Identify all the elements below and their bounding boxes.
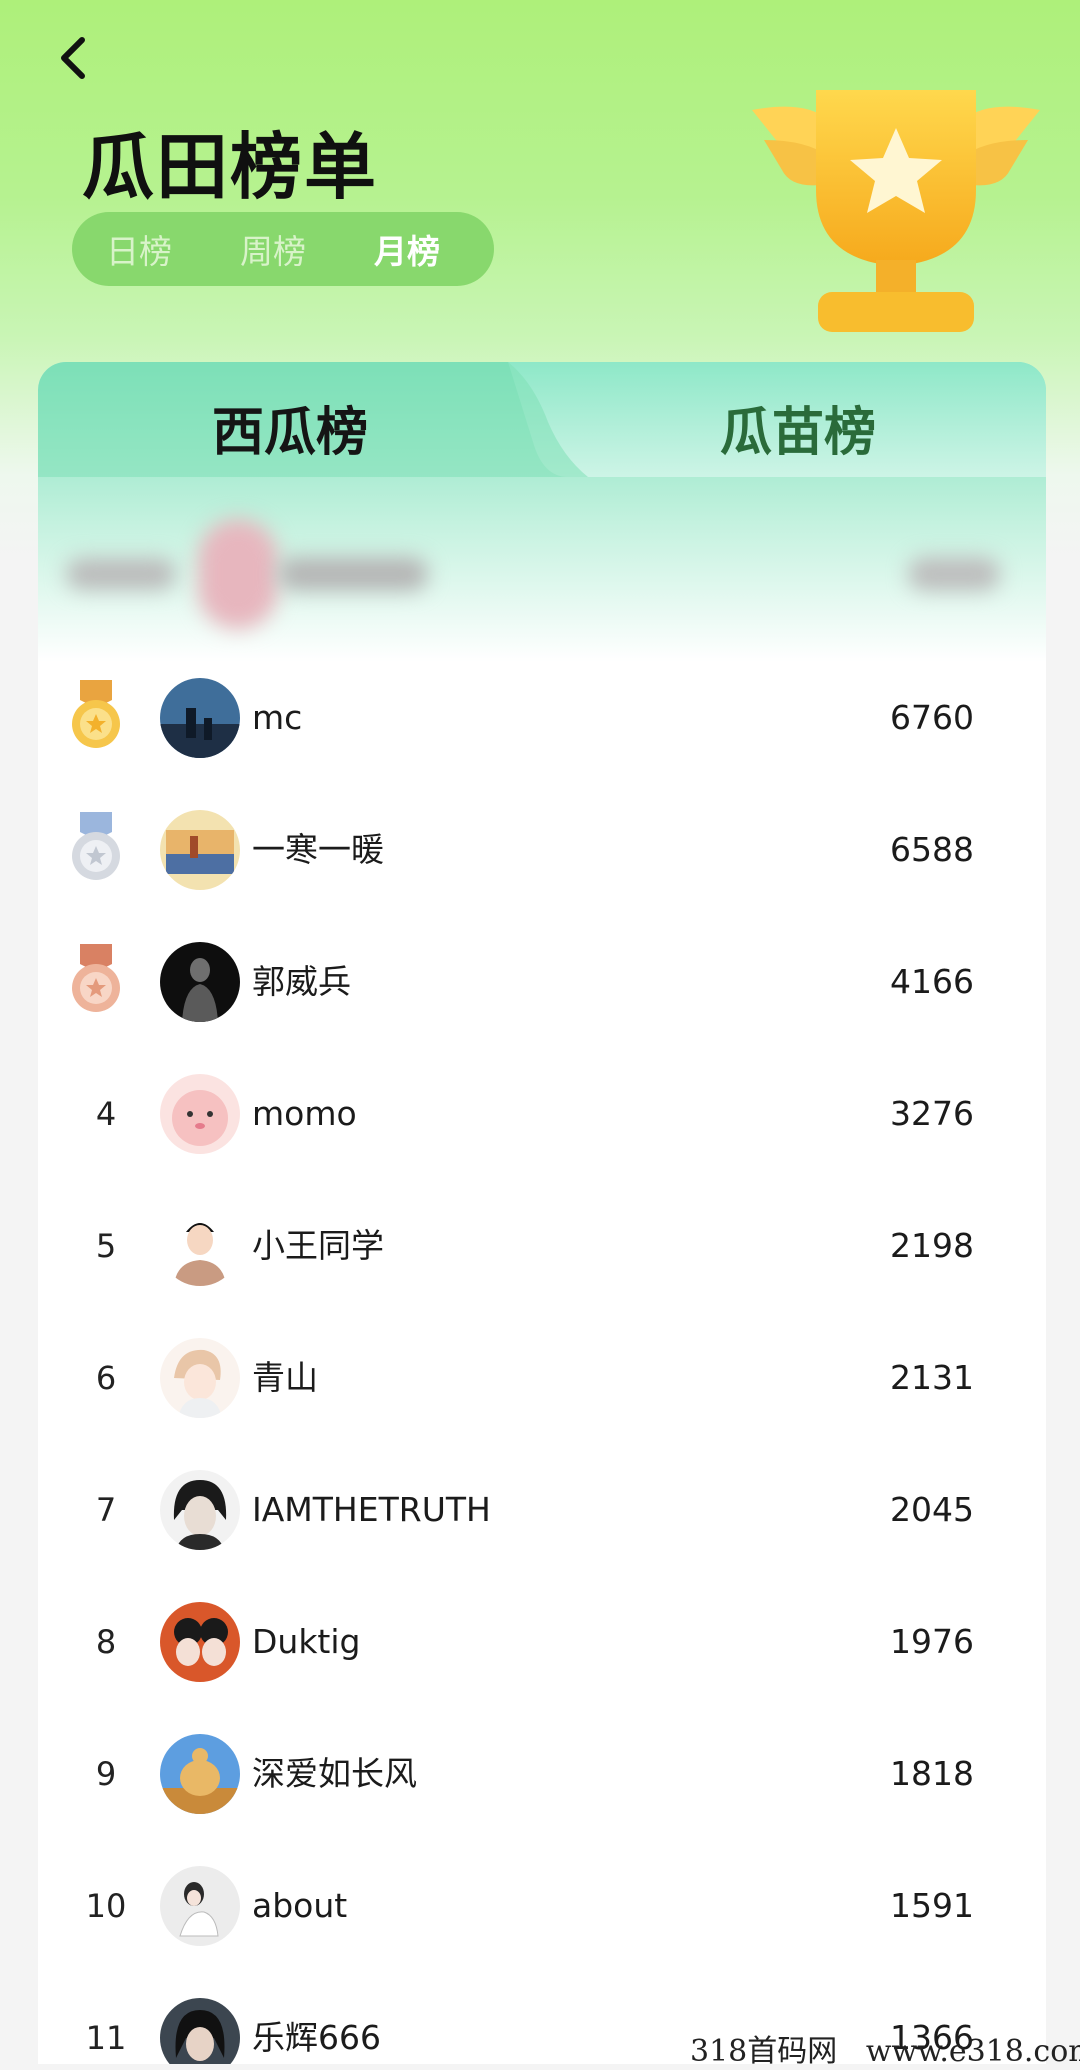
rank-number: 4 (95, 1095, 117, 1133)
user-name: momo (252, 1094, 357, 1133)
user-name: 乐辉666 (252, 2018, 381, 2057)
avatar (160, 1074, 240, 1154)
rank-number: 9 (95, 1755, 117, 1793)
table-row[interactable]: 6 青山 2131 (38, 1312, 1046, 1444)
user-name: about (252, 1886, 348, 1925)
avatar (160, 810, 240, 890)
table-row[interactable]: 7 IAMTHETRUTH 2045 (38, 1444, 1046, 1576)
avatar (160, 1206, 240, 1286)
table-row[interactable]: 4 momo 3276 (38, 1048, 1046, 1180)
rank-number: 10 (85, 1887, 127, 1925)
avatar (160, 942, 240, 1022)
user-name: Duktig (252, 1622, 361, 1661)
table-row[interactable]: 10 about 1591 (38, 1840, 1046, 1972)
rank-number: 8 (95, 1623, 117, 1661)
table-row[interactable]: 郭威兵 4166 (38, 916, 1046, 1048)
score: 1976 (890, 1622, 974, 1661)
avatar (198, 519, 278, 629)
silver-medal-icon (72, 812, 120, 880)
period-tabs: 日榜 周榜 月榜 (72, 212, 494, 286)
avatar (160, 1734, 240, 1814)
score: 6588 (890, 830, 974, 869)
avatar (160, 1338, 240, 1418)
user-name: 一寒一暖 (252, 830, 384, 869)
table-row[interactable]: 9 深爱如长风 1818 (38, 1708, 1046, 1840)
table-row[interactable]: 5 小王同学 2198 (38, 1180, 1046, 1312)
score: 1591 (890, 1886, 974, 1925)
my-name (278, 557, 428, 591)
score: 3276 (890, 1094, 974, 1133)
watermark: 318首码网 www.e318.com (690, 2034, 1080, 2069)
avatar (160, 678, 240, 758)
score: 2045 (890, 1490, 974, 1529)
user-name: IAMTHETRUTH (252, 1490, 491, 1529)
user-name: 郭威兵 (252, 962, 351, 1001)
avatar (160, 1866, 240, 1946)
rank-number: 5 (95, 1227, 117, 1265)
user-name: 小王同学 (252, 1226, 384, 1265)
page-title: 瓜田榜单 (82, 125, 379, 209)
tab-guamiao[interactable]: 瓜苗榜 (720, 390, 876, 465)
table-row[interactable]: mc 6760 (38, 652, 1046, 784)
my-ranking-row (38, 504, 1046, 644)
score: 2131 (890, 1358, 974, 1397)
score: 4166 (890, 962, 974, 1001)
user-name: 深爱如长风 (252, 1754, 417, 1793)
my-score (908, 557, 1000, 591)
table-row[interactable]: 8 Duktig 1976 (38, 1576, 1046, 1708)
score: 6760 (890, 698, 974, 737)
back-arrow-icon[interactable] (44, 28, 104, 88)
tab-monthly[interactable]: 月榜 (340, 225, 474, 273)
score: 2198 (890, 1226, 974, 1265)
tab-weekly[interactable]: 周榜 (206, 225, 340, 273)
score: 1818 (890, 1754, 974, 1793)
avatar (160, 1470, 240, 1550)
rank-number: 7 (95, 1491, 117, 1529)
table-row[interactable]: 一寒一暖 6588 (38, 784, 1046, 916)
user-name: mc (252, 698, 303, 737)
my-rank (66, 558, 176, 590)
tab-xigua[interactable]: 西瓜榜 (212, 390, 368, 465)
trophy-icon (752, 90, 1040, 332)
leaderboard-card: 西瓜榜 瓜苗榜 mc 6760 一寒一暖 6588 郭威兵 4166 4 mom… (38, 362, 1046, 2064)
bronze-medal-icon (72, 944, 120, 1012)
avatar (160, 1602, 240, 1682)
user-name: 青山 (252, 1358, 318, 1397)
ranking-list: mc 6760 一寒一暖 6588 郭威兵 4166 4 momo 3276 5… (38, 652, 1046, 2064)
tab-daily[interactable]: 日榜 (72, 225, 206, 273)
rank-number: 6 (95, 1359, 117, 1397)
avatar (160, 1998, 240, 2064)
gold-medal-icon (72, 680, 120, 748)
rank-number: 11 (85, 2019, 127, 2057)
